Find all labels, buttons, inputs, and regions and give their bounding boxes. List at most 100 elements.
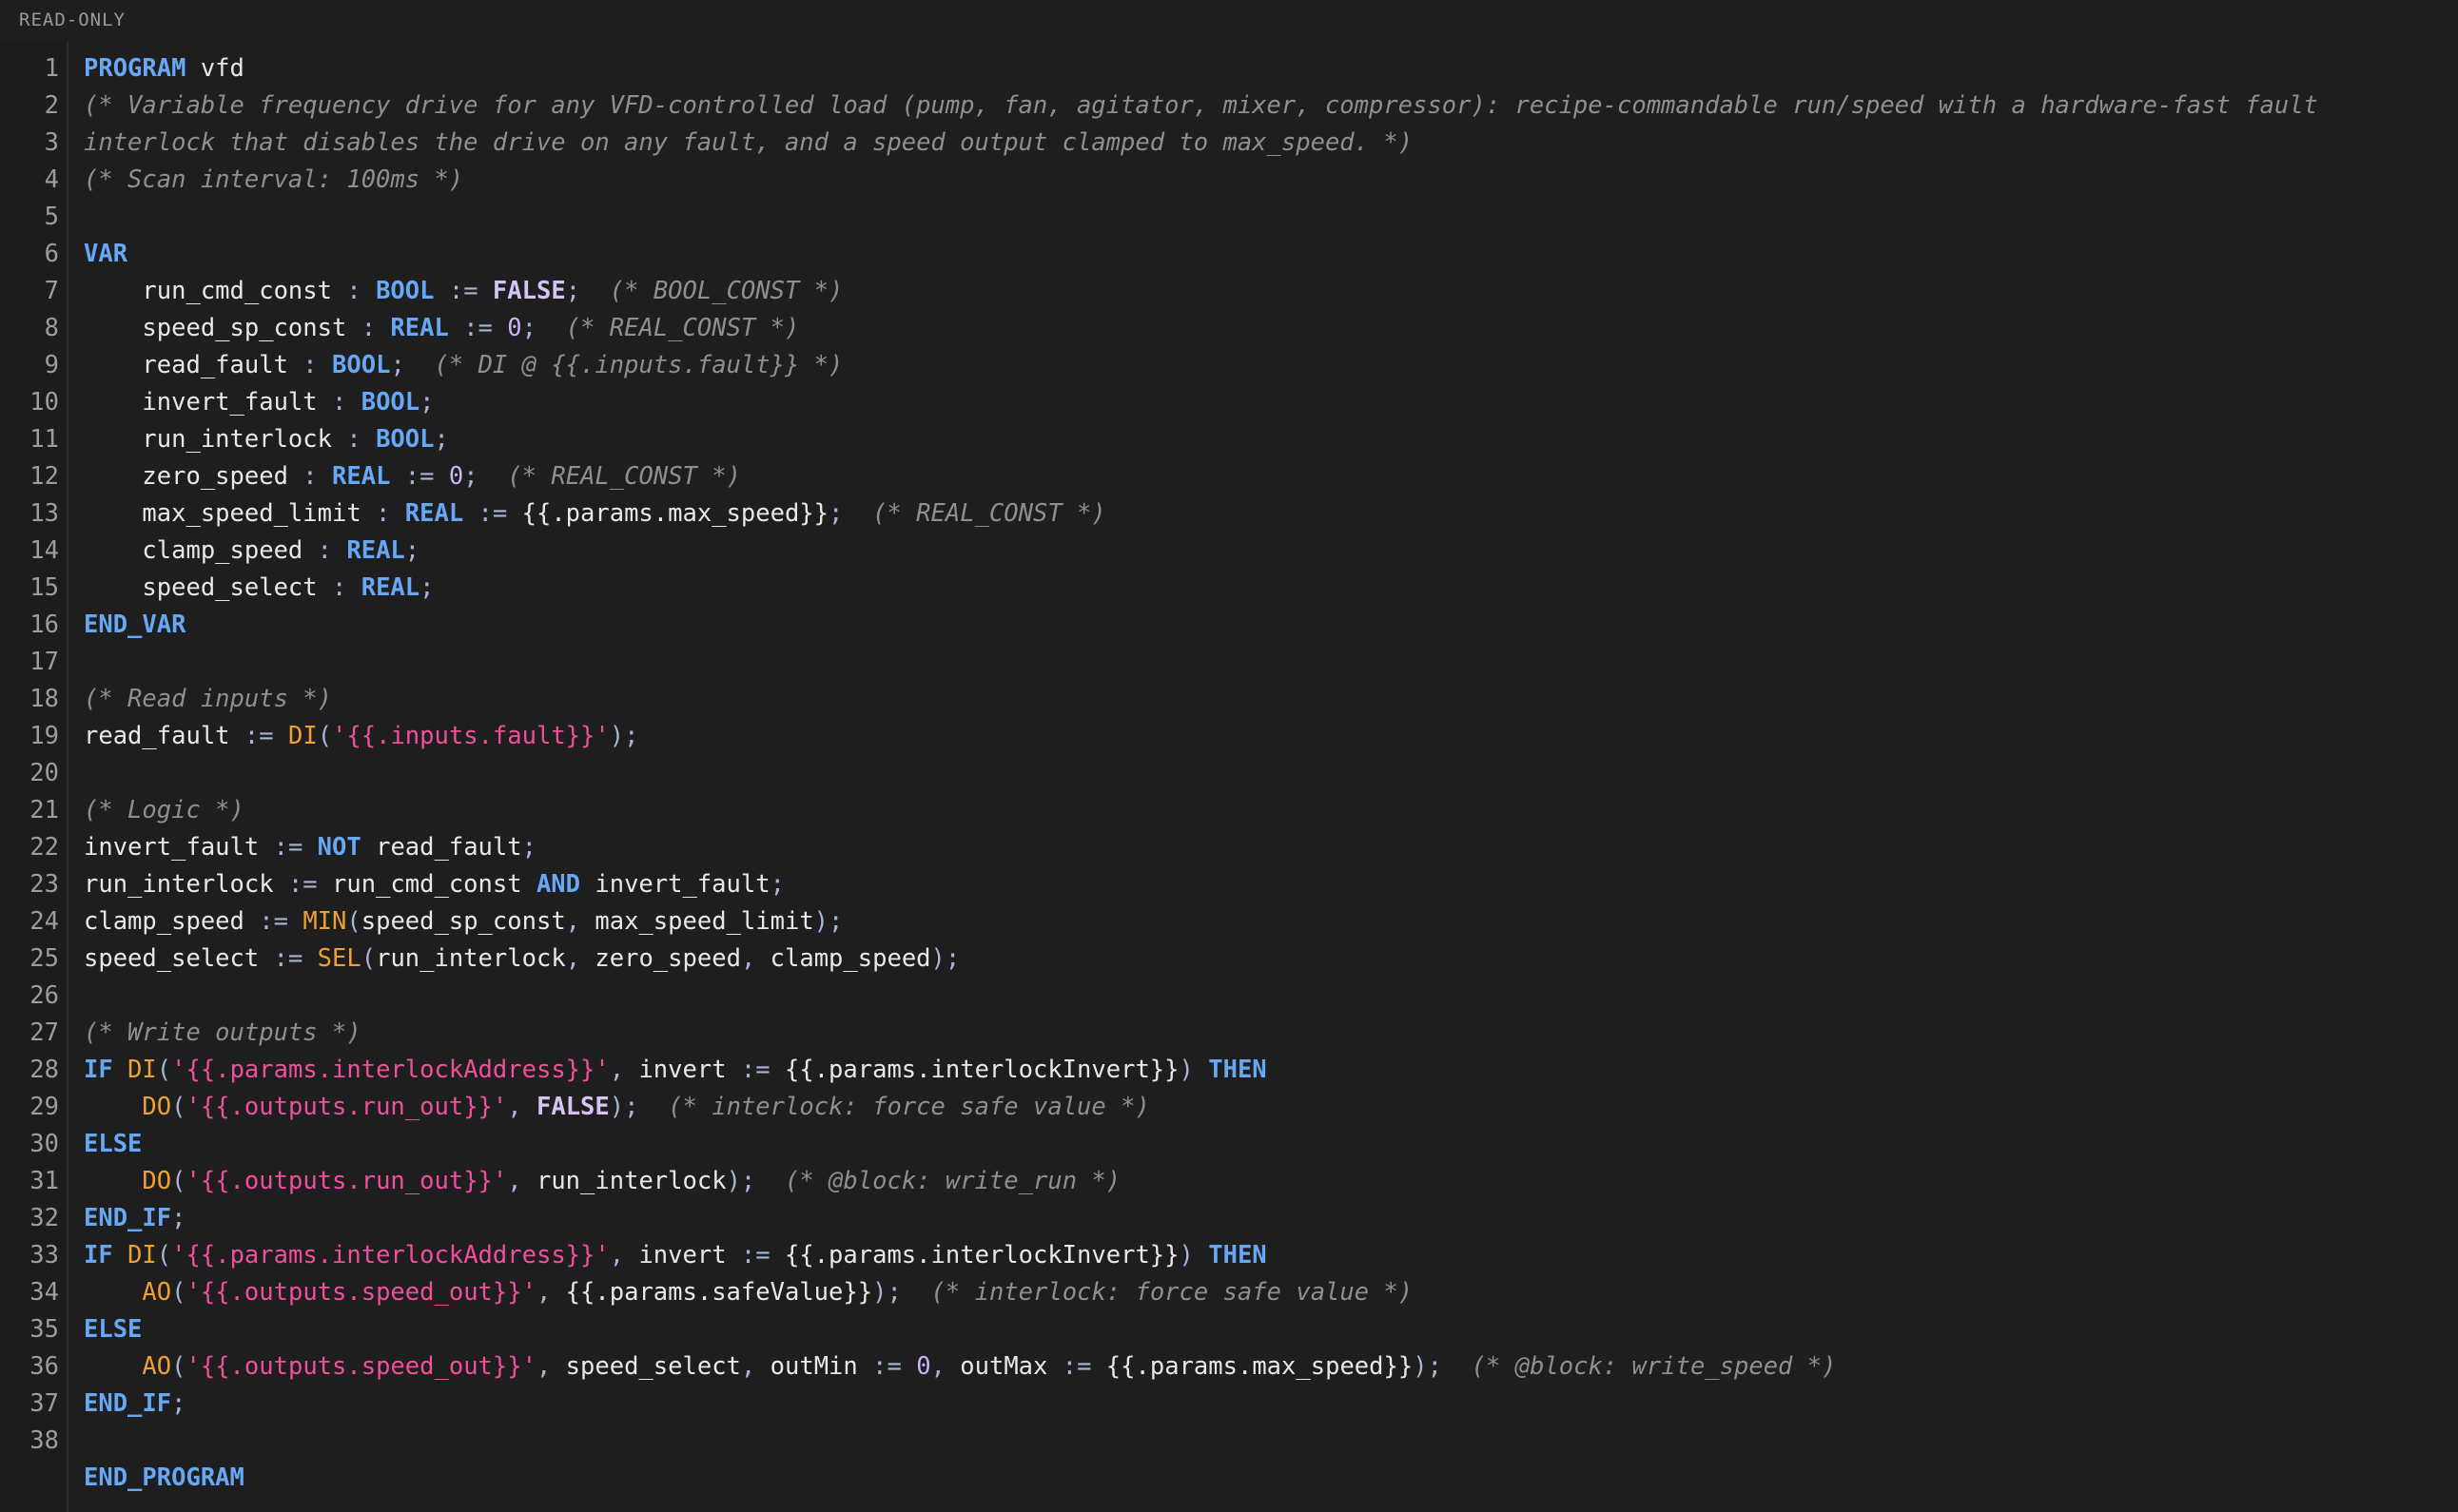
code-line[interactable]: 28 IF DI('{{.params.interlockAddress}}', … (0, 1052, 2458, 1089)
line-code: PROGRAM vfd (84, 50, 244, 87)
code-line[interactable]: 6 VAR (0, 236, 2458, 273)
text-token: speed_select (84, 573, 332, 602)
code-line[interactable]: 9 read_fault : BOOL; (* DI @ {{.inputs.f… (0, 347, 2458, 384)
comment-token: (* REAL_CONST *) (507, 462, 741, 491)
comment-token: (* REAL_CONST *) (565, 314, 800, 342)
code-line[interactable]: 15 speed_select : REAL; (0, 570, 2458, 607)
function-token: DI (127, 1241, 157, 1270)
line-code: (* Read inputs *) (84, 681, 332, 718)
code-line[interactable]: 1 PROGRAM vfd (0, 50, 2458, 87)
line-code: run_cmd_const : BOOL := FALSE; (* BOOL_C… (84, 273, 843, 310)
line-code: speed_sp_const : REAL := 0; (* REAL_CONS… (84, 310, 799, 347)
code-line[interactable]: 5 (0, 199, 2458, 236)
code-line[interactable]: 19 read_fault := DI('{{.inputs.fault}}'); (0, 718, 2458, 755)
code-line[interactable]: 31 DO('{{.outputs.run_out}}', run_interl… (0, 1163, 2458, 1200)
text-token: {{.params.max_speed}} (507, 499, 829, 528)
code-line[interactable]: 23 run_interlock := run_cmd_const AND inv… (0, 866, 2458, 903)
operator-token: , (536, 1352, 552, 1381)
code-line[interactable]: 3 interlock that disables the drive on an… (0, 125, 2458, 162)
operator-token: ; (463, 462, 478, 491)
code-line[interactable]: 7 run_cmd_const : BOOL := FALSE; (* BOOL… (0, 273, 2458, 310)
code-line[interactable]: 13 max_speed_limit : REAL := {{.params.m… (0, 495, 2458, 533)
code-line[interactable]: 30 ELSE (0, 1126, 2458, 1163)
text-token: read_fault (84, 722, 244, 750)
code-line[interactable]: END_PROGRAM (0, 1460, 2458, 1497)
code-line[interactable]: 29 DO('{{.outputs.run_out}}', FALSE); (*… (0, 1089, 2458, 1126)
code-line[interactable]: 8 speed_sp_const : REAL := 0; (* REAL_CO… (0, 310, 2458, 347)
operator-token: := (287, 870, 318, 899)
line-number: 13 (29, 499, 59, 528)
line-code: invert_fault := NOT read_fault; (84, 829, 536, 866)
code-line[interactable]: 20 (0, 755, 2458, 792)
line-number: 35 (29, 1315, 59, 1344)
comment-token: (* Logic *) (84, 796, 244, 824)
operator-token: ); (609, 1093, 639, 1121)
code-line[interactable]: 35 ELSE (0, 1311, 2458, 1348)
keyword-token: REAL (346, 536, 405, 565)
code-line[interactable]: 4 (* Scan interval: 100ms *) (0, 162, 2458, 199)
string-token: '{{.outputs.speed_out}}' (185, 1352, 536, 1381)
operator-token: ( (361, 944, 377, 973)
code-line[interactable]: 25 speed_select := SEL(run_interlock, zer… (0, 940, 2458, 978)
code-line[interactable]: 11 run_interlock : BOOL; (0, 421, 2458, 458)
string-token: '{{.params.interlockAddress}}' (171, 1056, 610, 1084)
code-line[interactable]: 26 (0, 978, 2458, 1015)
line-number: 16 (29, 611, 59, 639)
code-line[interactable]: 18 (* Read inputs *) (0, 681, 2458, 718)
line-number: 28 (29, 1056, 59, 1084)
code-line[interactable]: 12 zero_speed : REAL := 0; (* REAL_CONST… (0, 458, 2458, 495)
line-code: interlock that disables the drive on any… (84, 125, 1413, 162)
operator-token: ( (171, 1167, 186, 1195)
operator-token: ; (521, 314, 536, 342)
code-line[interactable]: 24 clamp_speed := MIN(speed_sp_const, max… (0, 903, 2458, 940)
number-token: 0 (507, 314, 522, 342)
code-line[interactable]: 37 END_IF; (0, 1386, 2458, 1423)
code-line[interactable]: 21 (* Logic *) (0, 792, 2458, 829)
operator-token: ; (171, 1389, 186, 1418)
code-line[interactable]: 34 AO('{{.outputs.speed_out}}', {{.param… (0, 1274, 2458, 1311)
line-number: 36 (29, 1352, 59, 1381)
text-token: clamp_speed (755, 944, 931, 973)
code-line[interactable]: 27 (* Write outputs *) (0, 1015, 2458, 1052)
line-code: DO('{{.outputs.run_out}}', run_interlock… (84, 1163, 1121, 1200)
code-line[interactable]: 33 IF DI('{{.params.interlockAddress}}', … (0, 1237, 2458, 1274)
keyword-token: REAL (332, 462, 391, 491)
code-line[interactable]: 32 END_IF; (0, 1200, 2458, 1237)
code-line[interactable]: 2 (* Variable frequency drive for any VFD… (0, 87, 2458, 125)
operator-token: ( (317, 722, 333, 750)
operator-token: := (404, 462, 435, 491)
code-line[interactable]: 10 invert_fault : BOOL; (0, 384, 2458, 421)
operator-token: ); (813, 907, 844, 936)
code-editor[interactable]: 1 PROGRAM vfd 2 (* Variable frequency drive… (0, 50, 2458, 1497)
comment-token: (* REAL_CONST *) (872, 499, 1106, 528)
code-line[interactable]: 38 (0, 1423, 2458, 1460)
operator-token: ); (1413, 1352, 1442, 1381)
code-line[interactable]: 17 (0, 644, 2458, 681)
text-token: invert_fault (84, 388, 332, 417)
text-token: clamp_speed (84, 536, 318, 565)
code-line[interactable]: 14 clamp_speed : REAL; (0, 533, 2458, 570)
text-token: clamp_speed (84, 907, 260, 936)
code-line[interactable]: 22 invert_fault := NOT read_fault; (0, 829, 2458, 866)
line-code: IF DI('{{.params.interlockAddress}}', in… (84, 1052, 1267, 1089)
line-number: 24 (29, 907, 59, 936)
code-line[interactable]: 16 END_VAR (0, 607, 2458, 644)
code-line[interactable]: 36 AO('{{.outputs.speed_out}}', speed_se… (0, 1348, 2458, 1386)
line-number: 10 (29, 388, 59, 417)
operator-token: ; (434, 425, 449, 454)
operator-token: ( (346, 907, 361, 936)
operator-token: ); (872, 1278, 902, 1307)
function-token: SEL (317, 944, 361, 973)
operator-token: := (448, 277, 478, 305)
text-token: zero_speed (580, 944, 741, 973)
operator-token: ( (156, 1056, 172, 1084)
line-code: END_PROGRAM (84, 1460, 244, 1497)
